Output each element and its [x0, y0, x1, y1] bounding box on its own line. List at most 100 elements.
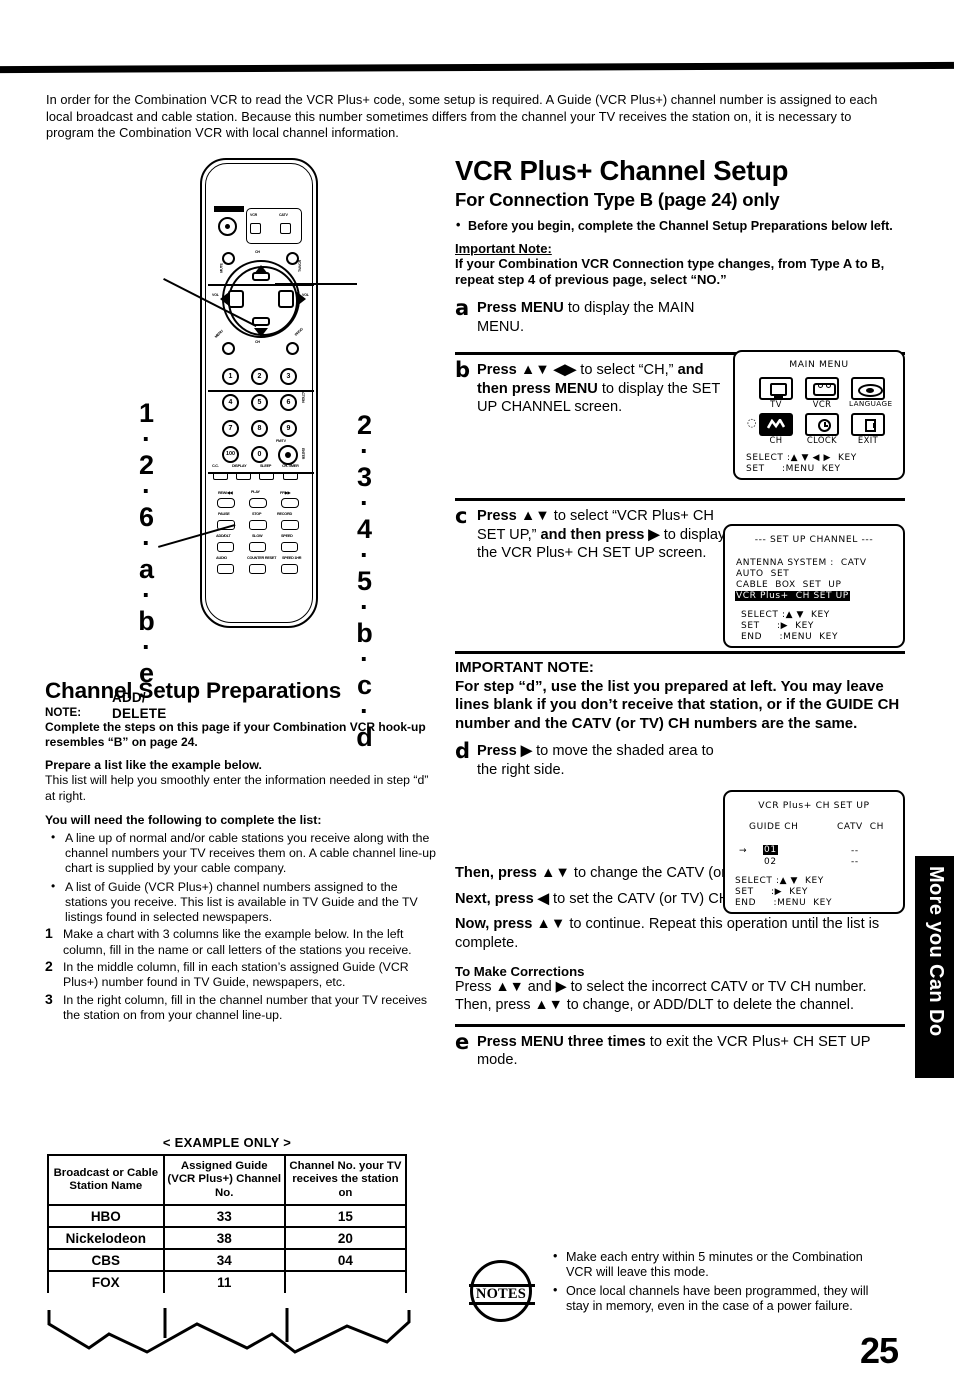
example-table: Broadcast or Cable Station Name Assigned… [47, 1153, 408, 1294]
corrections-heading: To Make Corrections [455, 964, 585, 980]
power-button[interactable] [218, 217, 237, 236]
osd-vcrplus-footer-set: SET :▶ KEY [735, 887, 808, 897]
record-button[interactable] [281, 520, 299, 530]
step-a: a Press MENU to display the MAIN MENU. [455, 296, 905, 343]
menu-icon-ch[interactable]: CH [757, 413, 795, 445]
cell-station: HBO [47, 1204, 165, 1229]
key-8[interactable]: 8 [251, 420, 268, 437]
menu-icon-clock[interactable]: CLOCK [803, 413, 841, 445]
dpad-left-button[interactable] [228, 290, 244, 308]
list-item: 2 In the middle column, fill in each stat… [45, 958, 441, 991]
cell-guide: 11 [162, 1270, 286, 1294]
rewind-button[interactable] [217, 498, 235, 508]
leader-line-right [275, 283, 357, 286]
menu-icon-vcr[interactable]: VCR [803, 377, 841, 409]
prog-button[interactable] [286, 342, 299, 355]
key-2[interactable]: 2 [251, 368, 268, 385]
add-dlt-button[interactable] [217, 542, 234, 552]
fm-tv-enter-button[interactable] [278, 445, 298, 465]
key-3[interactable]: 3 [280, 368, 297, 385]
fast-forward-button[interactable] [281, 498, 299, 508]
step-a-letter: a [455, 296, 470, 320]
menu-icon-language[interactable]: LANGUAGE [849, 377, 893, 408]
osd-setup-footer-end: END :MENU KEY [741, 632, 839, 642]
prep-bullet-list: A line up of normal and/or cable station… [45, 830, 441, 925]
column-header-station: Broadcast or Cable Station Name [47, 1153, 165, 1207]
key-9[interactable]: 9 [280, 420, 297, 437]
key-0[interactable]: 0 [251, 446, 268, 463]
ch-timer-button[interactable] [283, 472, 298, 480]
important-note-body: If your Combination VCR Connection type … [455, 256, 885, 288]
display-label: DISPLAY [232, 464, 247, 468]
slow-label: SLOW [252, 534, 263, 538]
step-text: In the right column, fill in the channel… [63, 992, 428, 1023]
step-divider [455, 498, 905, 501]
list-item: A line up of normal and/or cable station… [45, 830, 441, 877]
catv-label: CATV [279, 213, 288, 217]
osd-row-marker: → [739, 846, 748, 856]
osd-setup-footer-select: SELECT :▲ ▼ KEY [741, 610, 830, 620]
important-note-2: IMPORTANT NOTE: For step “d”, use the li… [455, 659, 905, 733]
menu-button[interactable] [222, 342, 235, 355]
speed-1hr-button[interactable] [281, 564, 298, 574]
key-4[interactable]: 4 [222, 394, 239, 411]
list-item: 1 Make a chart with 3 columns like the ex… [45, 925, 441, 958]
dpad-down-icon [254, 328, 268, 337]
stop-button[interactable] [249, 520, 267, 530]
osd-setup-channel: --- SET UP CHANNEL --- ANTENNA SYSTEM : … [723, 524, 905, 648]
key-1[interactable]: 1 [222, 368, 239, 385]
vcr-catv-selector[interactable]: VCR CATV [246, 208, 302, 244]
osd-row-catv[interactable]: -- [851, 857, 859, 867]
osd-row-guide[interactable]: 02 [764, 857, 777, 867]
prep-numbered-list: 1 Make a chart with 3 columns like the ex… [45, 925, 441, 1023]
osd-vcrplus-footer-select: SELECT :▲ ▼ KEY [735, 876, 824, 886]
osd-line-cablebox[interactable]: CABLE BOX SET UP [736, 580, 841, 590]
key-5[interactable]: 5 [251, 394, 268, 411]
key-100[interactable]: 100 [222, 446, 239, 463]
osd-line-autoset[interactable]: AUTO SET [736, 569, 789, 579]
display-button[interactable] [236, 472, 251, 480]
key-7[interactable]: 7 [222, 420, 239, 437]
vcr-button[interactable] [250, 223, 261, 234]
cell-tvchannel: 04 [283, 1248, 408, 1273]
osd-line-antenna[interactable]: ANTENNA SYSTEM : CATV [736, 558, 867, 568]
menu-icon-tv[interactable]: TV [757, 377, 795, 409]
cc-button[interactable] [213, 472, 228, 480]
play-button[interactable] [249, 498, 267, 508]
enter-label: ENTER [301, 448, 305, 460]
catv-button[interactable] [280, 223, 291, 234]
page-title: VCR Plus+ Channel Setup [455, 155, 789, 186]
counter-reset-button[interactable] [249, 564, 266, 574]
step-text: In the middle column, fill in each stati… [63, 960, 409, 990]
menu-label-language: LANGUAGE [849, 399, 893, 408]
before-you-begin-note: Before you begin, complete the Channel S… [455, 218, 905, 234]
mute-button[interactable] [222, 252, 235, 265]
key-6[interactable]: 6 [280, 394, 297, 411]
prep-note-label: NOTE: [45, 706, 82, 719]
important-note-heading: Important Note: [455, 241, 552, 257]
callout-steps-left: 1 · 2 · 6 · a · b · e [138, 398, 155, 688]
slow-button[interactable] [249, 542, 266, 552]
osd-row-catv[interactable]: -- [851, 846, 859, 856]
osd-line-vcrplus-selected[interactable]: VCR Plus+ CH SET UP [735, 591, 850, 601]
mute-label: MUTE [219, 263, 224, 273]
ch-up-label: CH [255, 250, 260, 254]
column-header-guide: Assigned Guide (VCR Plus+) Channel No. [162, 1153, 286, 1207]
menu-label-ch: CH [769, 435, 783, 445]
osd-vcrplus-footer-end: END :MENU KEY [735, 898, 833, 908]
play-label: PLAY [251, 490, 260, 494]
prep-note-body: Complete the steps on this page if your … [45, 720, 426, 749]
audio-button[interactable] [217, 564, 234, 574]
speed-button[interactable] [281, 542, 298, 552]
menu-icon-exit[interactable]: EXIT [849, 413, 887, 445]
osd-row-guide-selected[interactable]: 01 [763, 845, 778, 855]
osd-col-guide: GUIDE CH [749, 822, 799, 832]
prep-title: Channel Setup Preparations [45, 678, 342, 703]
osd-setup-footer-set: SET :▶ KEY [741, 621, 814, 631]
dpad-right-button[interactable] [278, 290, 294, 308]
step-e: e Press MENU three times to exit the VCR… [455, 1030, 905, 1077]
sleep-button[interactable] [259, 472, 274, 480]
osd-setup-channel-title: --- SET UP CHANNEL --- [754, 534, 874, 545]
vol-left-label: VOL [212, 293, 219, 297]
prog-label: PROG [294, 327, 304, 337]
